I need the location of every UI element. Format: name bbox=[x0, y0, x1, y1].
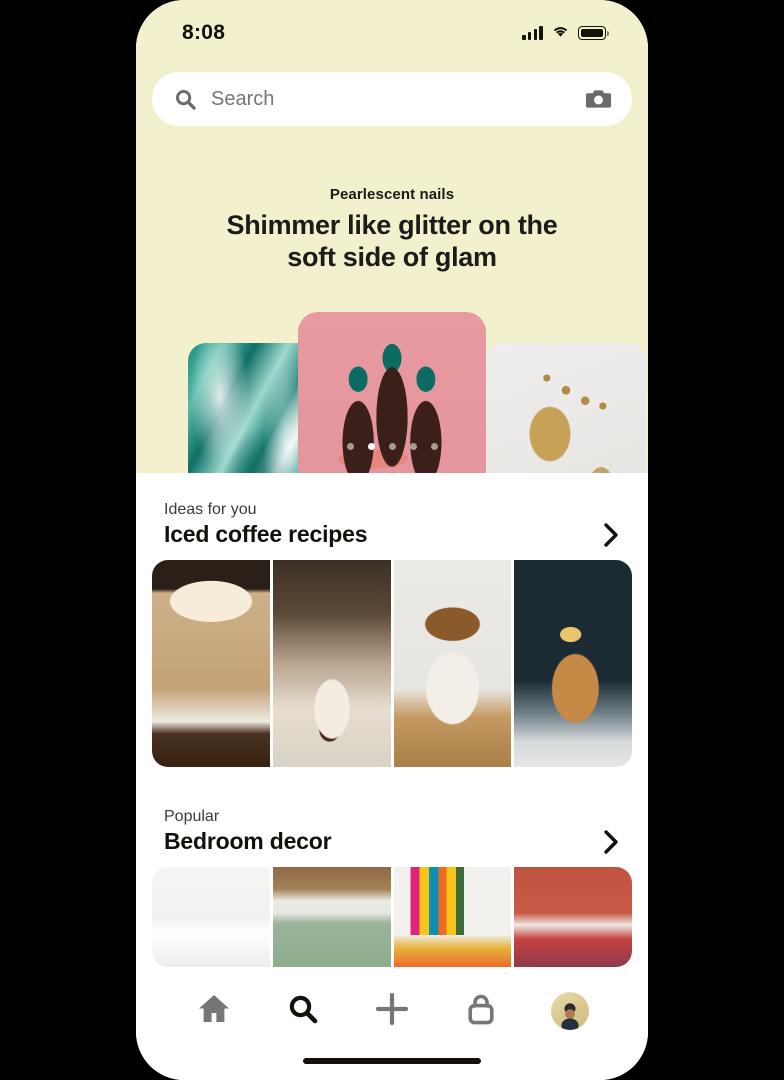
section-header[interactable]: Ideas for you Iced coffee recipes bbox=[136, 501, 648, 548]
tile-item[interactable] bbox=[152, 867, 270, 967]
carousel-dot-4[interactable] bbox=[409, 443, 417, 450]
carousel-card-right[interactable] bbox=[486, 343, 646, 473]
carousel-dot-5[interactable] bbox=[430, 443, 438, 450]
tile-item[interactable] bbox=[272, 867, 391, 967]
tile-item[interactable] bbox=[272, 560, 391, 767]
section-eyebrow: Popular bbox=[164, 808, 220, 825]
avatar bbox=[550, 992, 589, 1030]
section-tile-row[interactable] bbox=[136, 867, 648, 967]
nav-item-home[interactable] bbox=[185, 986, 243, 1036]
hero-carousel[interactable] bbox=[136, 312, 648, 473]
wifi-icon bbox=[551, 24, 570, 43]
phone-frame: Pearlescent nails Shimmer like glitter o… bbox=[136, 0, 648, 1080]
home-icon bbox=[197, 993, 231, 1029]
section-eyebrow: Ideas for you bbox=[164, 501, 257, 518]
shopping-bag-icon bbox=[466, 993, 496, 1030]
rainbow-headboard-image bbox=[393, 867, 512, 967]
chevron-right-icon[interactable] bbox=[603, 522, 620, 548]
carousel-dots[interactable] bbox=[136, 443, 648, 450]
hero-title: Shimmer like glitter on the soft side of… bbox=[192, 209, 592, 274]
gold-polish-image bbox=[486, 343, 646, 473]
section-title: Iced coffee recipes bbox=[164, 521, 368, 547]
pouring-espresso-image bbox=[272, 560, 391, 767]
white-bedroom-image bbox=[152, 867, 270, 967]
tile-item[interactable] bbox=[152, 560, 270, 767]
hero-banner[interactable]: Pearlescent nails Shimmer like glitter o… bbox=[136, 0, 648, 473]
tile-item[interactable] bbox=[514, 867, 632, 967]
screenshot-root: Pearlescent nails Shimmer like glitter o… bbox=[0, 0, 784, 1080]
nav-item-create[interactable] bbox=[363, 986, 421, 1036]
search-input[interactable]: Search bbox=[211, 88, 585, 111]
plus-icon bbox=[375, 992, 409, 1031]
section-title: Bedroom decor bbox=[164, 828, 332, 854]
tile-item[interactable] bbox=[393, 560, 512, 767]
home-indicator-bar bbox=[303, 1058, 481, 1064]
battery-full-icon bbox=[578, 26, 609, 40]
nav-item-search[interactable] bbox=[274, 986, 332, 1036]
status-time: 8:08 bbox=[182, 21, 226, 44]
carousel-dot-2-active[interactable] bbox=[367, 443, 375, 450]
terracotta-bedroom-image bbox=[514, 867, 632, 967]
iced-caramel-latte-image bbox=[152, 560, 270, 767]
hero-eyebrow: Pearlescent nails bbox=[329, 186, 455, 203]
status-bar: 8:08 bbox=[136, 0, 648, 56]
section-header[interactable]: Popular Bedroom decor bbox=[136, 808, 648, 855]
search-bar[interactable]: Search bbox=[152, 72, 632, 126]
sage-pillows-image bbox=[272, 867, 391, 967]
hero-title-line-2: soft side of glam bbox=[287, 242, 497, 273]
search-icon bbox=[174, 88, 197, 111]
status-icons bbox=[522, 24, 609, 43]
chevron-right-icon[interactable] bbox=[603, 829, 620, 855]
camera-icon[interactable] bbox=[585, 87, 612, 111]
tile-item[interactable] bbox=[393, 867, 512, 967]
tile-item[interactable] bbox=[514, 560, 632, 767]
nav-item-profile[interactable] bbox=[541, 986, 599, 1036]
hero-title-line-1: Shimmer like glitter on the bbox=[226, 210, 558, 240]
section-tile-row[interactable] bbox=[136, 560, 648, 767]
search-icon bbox=[287, 993, 319, 1030]
iced-tea-straw-image bbox=[514, 560, 632, 767]
cellular-signal-icon bbox=[522, 26, 543, 40]
section-ideas-for-you: Ideas for you Iced coffee recipes bbox=[136, 501, 648, 767]
carousel-dot-1[interactable] bbox=[346, 443, 354, 450]
section-popular: Popular Bedroom decor bbox=[136, 808, 648, 967]
iced-latte-glass-image bbox=[393, 560, 512, 767]
nav-item-shop[interactable] bbox=[452, 986, 510, 1036]
carousel-dot-3[interactable] bbox=[388, 443, 396, 450]
